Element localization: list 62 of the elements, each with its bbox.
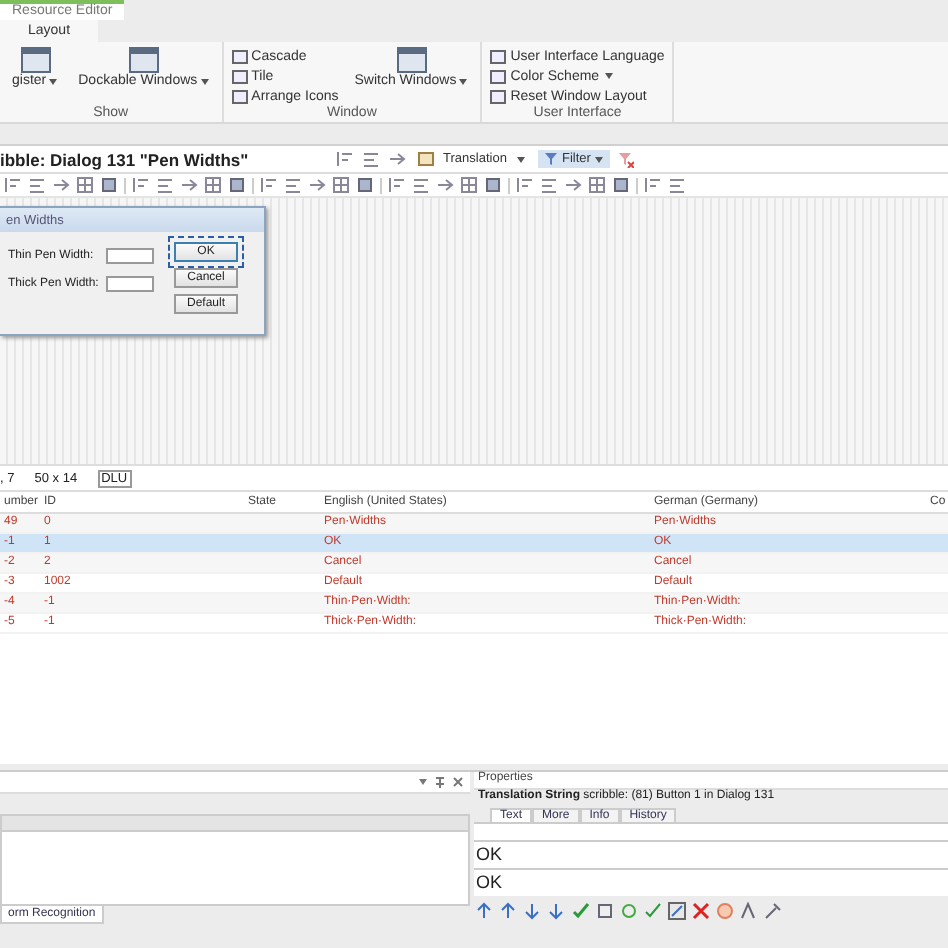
refresh-icon — [620, 902, 638, 920]
grid-icon — [460, 176, 478, 194]
bars-icon — [362, 150, 380, 168]
square-icon — [356, 176, 374, 194]
arrow-up-icon — [476, 902, 494, 920]
caret-icon — [48, 78, 59, 86]
check-icon — [644, 902, 662, 920]
funnel-icon — [544, 152, 558, 166]
window-icon — [127, 46, 160, 74]
circle-icon — [716, 902, 734, 920]
bars-icon — [284, 176, 302, 194]
arrows-icon — [52, 176, 70, 194]
align-icon — [336, 150, 354, 168]
align-icon — [4, 176, 22, 194]
square-icon — [228, 176, 246, 194]
grid-icon — [204, 176, 222, 194]
arrows-icon — [388, 150, 406, 168]
translation-text[interactable]: OK — [476, 872, 503, 892]
wrench-icon — [764, 902, 782, 920]
align-icon — [388, 176, 406, 194]
window-icon — [418, 152, 434, 166]
caret-icon — [458, 78, 469, 86]
caret-icon — [199, 78, 210, 86]
source-text: OK — [476, 844, 503, 864]
arrow-down-icon — [548, 902, 566, 920]
close-icon — [452, 776, 464, 788]
cross-icon — [692, 902, 710, 920]
grid-icon — [588, 176, 606, 194]
bars-icon — [540, 176, 558, 194]
align-icon — [260, 176, 278, 194]
square-icon — [484, 176, 502, 194]
caret-icon — [515, 155, 526, 163]
bars-icon — [156, 176, 174, 194]
arrows-icon — [308, 176, 326, 194]
arrow-up-icon — [500, 902, 518, 920]
grid-icon — [332, 176, 350, 194]
input-field[interactable] — [106, 276, 154, 292]
bars-icon — [412, 176, 430, 194]
window-icon — [395, 46, 428, 74]
grid-icon — [76, 176, 94, 194]
edit-icon — [668, 902, 686, 920]
square-icon — [100, 176, 118, 194]
clear-filter-icon — [618, 151, 635, 167]
arrows-icon — [564, 176, 582, 194]
caret-icon — [418, 778, 428, 786]
document-title: ibble: Dialog 131 "Pen Widths" — [0, 149, 251, 169]
bars-icon — [28, 176, 46, 194]
bars-icon — [668, 176, 686, 194]
arrow-down-icon — [524, 902, 542, 920]
pin-icon — [434, 776, 446, 788]
caret-icon — [603, 72, 614, 80]
square-icon — [612, 176, 630, 194]
arrows-icon — [180, 176, 198, 194]
check-icon — [572, 902, 590, 920]
square-icon — [596, 902, 614, 920]
input-field[interactable] — [106, 248, 154, 264]
caret-icon — [594, 155, 605, 163]
align-icon — [132, 176, 150, 194]
arrows-icon — [436, 176, 454, 194]
window-icon — [19, 46, 52, 74]
align-icon — [516, 176, 534, 194]
align-icon — [644, 176, 662, 194]
